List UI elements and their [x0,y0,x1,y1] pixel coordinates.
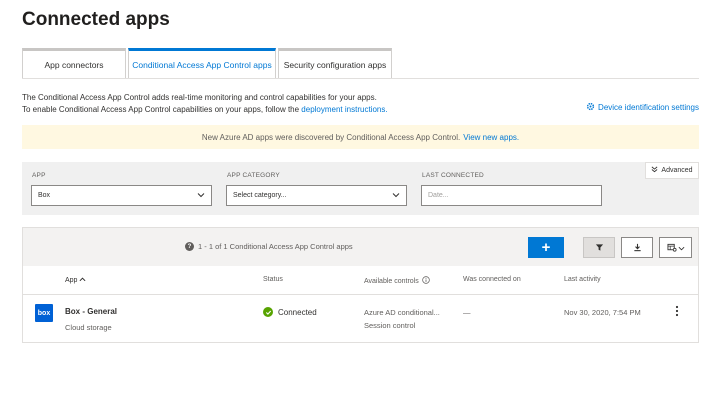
advanced-filters-button[interactable]: Advanced [645,162,699,179]
filter-panel: Advanced APP Box APP CATEGORY Select cat… [22,162,699,215]
tab-app-connectors[interactable]: App connectors [22,48,126,78]
app-name[interactable]: Box - General [65,307,117,316]
last-connected-date-input[interactable]: Date... [421,185,602,206]
more-vertical-icon[interactable] [675,305,679,317]
view-new-apps-link[interactable]: View new apps. [463,133,519,142]
tab-conditional-access-app-control[interactable]: Conditional Access App Control apps [128,48,276,78]
description-line-2: To enable Conditional Access App Control… [22,104,388,116]
app-filter-select[interactable]: Box [31,185,212,206]
column-header-status[interactable]: Status [263,276,283,283]
status-text: Connected [278,307,317,317]
column-header-was-connected-on[interactable]: Was connected on [463,276,521,283]
column-settings-button[interactable] [659,237,692,258]
last-connected-placeholder: Date... [428,192,449,199]
info-icon[interactable]: ? [185,242,194,251]
deployment-instructions-link[interactable]: deployment instructions. [301,105,387,114]
advanced-label: Advanced [661,167,693,174]
table-toolbar: ? 1 - 1 of 1 Conditional Access App Cont… [23,228,698,266]
column-header-app[interactable]: App [65,276,86,285]
was-connected-on-value: — [463,308,471,317]
column-settings-icon [666,239,677,257]
filter-button[interactable] [583,237,615,258]
app-filter-label: APP [32,172,46,179]
new-apps-banner: New Azure AD apps were discovered by Con… [22,125,699,149]
header-divider [23,294,698,295]
info-icon[interactable] [422,276,430,286]
results-count-text: 1 - 1 of 1 Conditional Access App Contro… [198,242,353,251]
status-badge: Connected [263,307,317,317]
page-description: The Conditional Access App Control adds … [22,92,388,116]
app-category: Cloud storage [65,323,112,332]
column-header-last-activity[interactable]: Last activity [564,276,601,283]
description-line-1: The Conditional Access App Control adds … [22,93,377,102]
device-identification-settings-label: Device identification settings [598,103,699,112]
apps-table: ? 1 - 1 of 1 Conditional Access App Cont… [22,227,699,343]
funnel-icon [595,239,604,257]
chevron-down-icon [197,191,205,201]
available-controls-line-1: Azure AD conditional... [364,308,440,317]
download-icon [633,239,642,257]
column-header-controls-label: Available controls [364,277,419,285]
app-filter-value: Box [38,192,51,199]
gear-icon [586,102,595,113]
available-controls-line-2: Session control [364,321,416,330]
check-circle-icon [263,307,273,317]
description-line-2-text: To enable Conditional Access App Control… [22,105,300,114]
tab-security-configuration-apps[interactable]: Security configuration apps [278,48,392,78]
last-connected-filter-label: LAST CONNECTED [422,172,484,179]
app-category-placeholder: Select category... [233,192,287,199]
double-chevron-down-icon [651,166,658,175]
app-category-filter-label: APP CATEGORY [227,172,280,179]
tab-divider [22,78,699,79]
add-app-button[interactable]: + [528,237,564,258]
chevron-down-icon [392,191,400,201]
sort-ascending-icon [79,276,86,285]
last-activity-value: Nov 30, 2020, 7:54 PM [564,308,641,317]
app-category-select[interactable]: Select category... [226,185,407,206]
column-header-available-controls[interactable]: Available controls [364,276,430,286]
box-logo-icon: box [35,304,53,322]
tab-bar: App connectors Conditional Access App Co… [22,48,394,78]
results-count: ? 1 - 1 of 1 Conditional Access App Cont… [185,242,353,251]
device-identification-settings-link[interactable]: Device identification settings [586,102,699,113]
chevron-down-icon [678,239,685,257]
banner-text: New Azure AD apps were discovered by Con… [201,132,461,142]
export-button[interactable] [621,237,653,258]
page-title: Connected apps [22,9,170,30]
column-header-app-label: App [65,277,78,284]
